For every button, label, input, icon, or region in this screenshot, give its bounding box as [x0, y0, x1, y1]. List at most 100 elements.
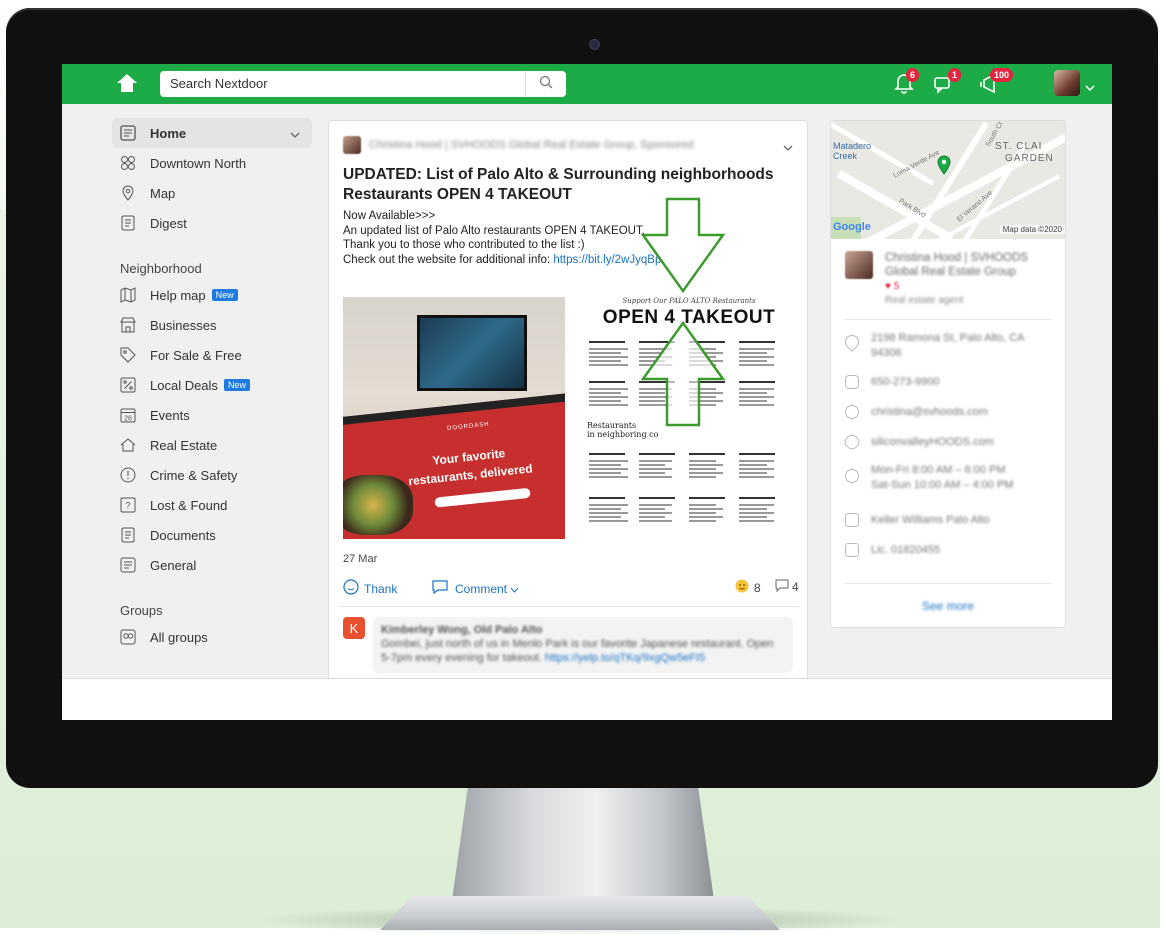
sidebar-item-label: Events — [150, 407, 190, 423]
list-text-line — [589, 460, 628, 462]
map-pin-icon — [937, 155, 951, 180]
list-text-line — [589, 516, 621, 518]
profile-avatar[interactable] — [1054, 70, 1080, 96]
document-icon — [120, 527, 136, 543]
messages-button[interactable]: 1 — [934, 68, 962, 96]
chevron-down-icon[interactable] — [1085, 79, 1095, 97]
sidebar-item-downtown-north[interactable]: Downtown North — [112, 148, 312, 178]
activity-button[interactable]: 100 — [978, 68, 1014, 96]
sidebar-item-map[interactable]: Map — [112, 178, 312, 208]
sidebar-item-label: Local Deals — [150, 377, 218, 393]
list-text-line — [639, 512, 672, 514]
post-photo-laptop[interactable]: DOORDASH Your favorite restaurants, deli… — [343, 297, 565, 539]
list-text-line — [739, 364, 774, 366]
post-author-row[interactable]: Christina Hood | SVHOODS Global Real Est… — [343, 135, 693, 155]
list-text-line — [639, 472, 665, 474]
list-text-line — [689, 472, 723, 474]
address-row[interactable]: 2198 Ramona St, Palo Alto, CA 94306 — [842, 331, 1041, 361]
thank-button[interactable]: Thank — [343, 579, 397, 598]
list-text-line — [589, 512, 628, 514]
sidebar-item-label: Lost & Found — [150, 497, 228, 513]
comment-author[interactable]: Kimberley Wong, Old Palo Alto — [381, 624, 542, 636]
nextdoor-home-logo-icon[interactable] — [116, 72, 138, 94]
sidebar-item-label: Documents — [150, 527, 216, 543]
tag-icon — [120, 347, 136, 363]
notifications-badge: 6 — [906, 68, 920, 82]
list-text-line — [589, 468, 628, 470]
location-icon — [842, 332, 862, 352]
list-text-line — [589, 504, 628, 506]
up-arrow-icon — [640, 320, 726, 427]
business-avatar[interactable] — [845, 251, 873, 279]
comment-icon — [775, 579, 789, 595]
see-more-link[interactable]: See more — [831, 599, 1065, 613]
chevron-down-icon[interactable] — [783, 139, 793, 157]
list-heading-line — [739, 453, 775, 455]
comments-count[interactable]: 4 — [775, 579, 799, 595]
list-text-line — [589, 520, 628, 522]
notifications-button[interactable]: 6 — [894, 68, 920, 96]
groups-icon — [120, 629, 136, 645]
business-category: Real estate agent — [885, 295, 964, 306]
sidebar-item-digest[interactable]: Digest — [112, 208, 312, 238]
sidebar-item-local-deals[interactable]: Local Deals New — [112, 370, 312, 400]
sidebar-item-crime-safety[interactable]: Crime & Safety — [112, 460, 312, 490]
list-text-line — [589, 400, 621, 402]
list-text-line — [639, 508, 665, 510]
post-date: 27 Mar — [343, 553, 378, 565]
list-text-line — [739, 388, 774, 390]
briefcase-icon — [845, 513, 859, 527]
author-avatar[interactable] — [343, 136, 361, 154]
chevron-down-icon[interactable] — [290, 127, 300, 142]
list-text-line — [589, 388, 628, 390]
hours-row: Mon-Fri 8:00 AM – 6:00 PM Sat-Sun 10:00 A… — [845, 463, 1013, 493]
app-screen: Search Nextdoor 6 1 100 Home Downtown No… — [62, 64, 1112, 720]
post-author[interactable]: Christina Hood | SVHOODS Global Real Est… — [369, 139, 693, 151]
sidebar-item-events[interactable]: 26 Events — [112, 400, 312, 430]
list-text-line — [689, 468, 716, 470]
sidebar-item-documents[interactable]: Documents — [112, 520, 312, 550]
sidebar-item-lost-found[interactable]: ? Lost & Found — [112, 490, 312, 520]
comment-avatar[interactable]: K — [343, 617, 365, 639]
phone-row[interactable]: 650-273-9900 — [845, 375, 940, 389]
sidebar-item-businesses[interactable]: Businesses — [112, 310, 312, 340]
sidebar-item-real-estate[interactable]: Real Estate — [112, 430, 312, 460]
search-button[interactable] — [525, 71, 566, 97]
brokerage-row: Keller Williams Palo Alto — [845, 513, 990, 527]
list-text-line — [739, 508, 767, 510]
list-text-line — [739, 512, 774, 514]
list-text-line — [739, 400, 767, 402]
phone-icon — [845, 375, 859, 389]
list-text-line — [689, 516, 723, 518]
sidebar-item-general[interactable]: General — [112, 550, 312, 580]
calendar-icon: 26 — [120, 407, 136, 423]
hearts-count: ♥ 5 — [885, 281, 900, 292]
list-text-line — [739, 472, 767, 474]
list-text-line — [639, 468, 672, 470]
list-text-line — [689, 508, 723, 510]
business-map[interactable]: Matadero Creek ST. CLAI GARDEN Loma Verde … — [831, 121, 1065, 239]
search-bar[interactable]: Search Nextdoor — [160, 71, 566, 97]
reactions-summary[interactable]: 8 — [735, 579, 761, 596]
smiley-icon — [343, 579, 359, 598]
sidebar-item-help-map[interactable]: Help map New — [112, 280, 312, 310]
sidebar-item-for-sale-free[interactable]: For Sale & Free — [112, 340, 312, 370]
sidebar-item-all-groups[interactable]: All groups — [112, 622, 312, 652]
map-icon — [120, 287, 136, 303]
list-text-line — [589, 364, 628, 366]
comment-button[interactable]: Comment — [431, 579, 519, 598]
list-text-line — [739, 504, 774, 506]
list-heading-line — [589, 381, 625, 383]
list-text-line — [589, 396, 628, 398]
sidebar-item-home[interactable]: Home — [112, 118, 312, 148]
sidebar-item-label: Downtown North — [150, 155, 247, 171]
business-name[interactable]: Christina Hood | SVHOODS Global Real Est… — [885, 251, 1055, 279]
google-logo: Google — [833, 221, 871, 233]
email-row[interactable]: christina@svhoods.com — [845, 405, 988, 419]
search-input[interactable]: Search Nextdoor — [170, 76, 268, 91]
comment-bubble: Kimberley Wong, Old Palo Alto Gombei, ju… — [373, 617, 793, 673]
list-text-line — [589, 464, 621, 466]
website-row[interactable]: siliconvalleyHOODS.com — [842, 432, 994, 452]
list-heading-line — [739, 497, 775, 499]
down-arrow-icon — [640, 197, 726, 294]
